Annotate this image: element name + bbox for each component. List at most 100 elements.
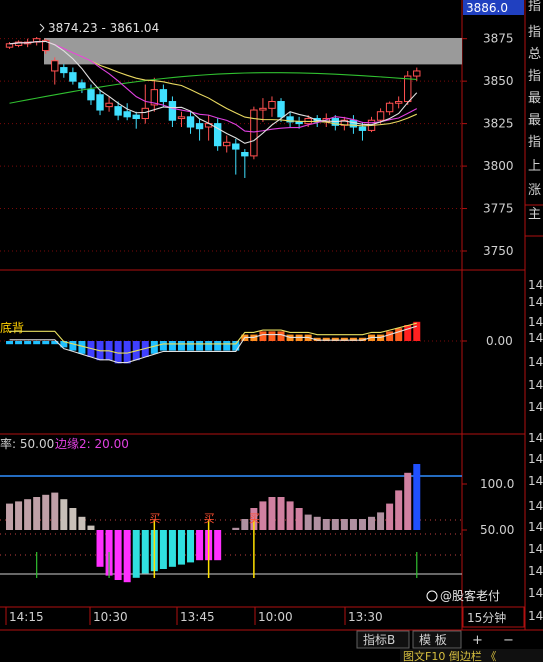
candle xyxy=(250,106,258,160)
indicator2-bar xyxy=(150,341,158,354)
right-edge-number: 14 xyxy=(528,520,543,534)
period-label: 15分钟 xyxy=(467,610,506,625)
indicator3-param2: 边缘2: 20.00 xyxy=(55,437,129,451)
indicator2-bar xyxy=(33,341,41,345)
indicator3-bar xyxy=(114,530,122,580)
indicator3-bar xyxy=(331,519,339,530)
right-panel-char: 指 xyxy=(528,25,541,40)
indicator2-bar xyxy=(404,325,412,341)
yaxis-tick-label: 3800 xyxy=(483,159,514,173)
indicator3-bar xyxy=(159,530,167,569)
buy-mark: 买 xyxy=(149,512,160,525)
right-panel-char: 主 xyxy=(528,207,541,222)
right-edge-number: 14 xyxy=(528,452,543,466)
xaxis-label: 13:45 xyxy=(180,610,215,624)
indicator2-bar xyxy=(6,341,14,345)
indicator3-bar xyxy=(33,497,41,530)
indicator2-bar xyxy=(159,341,167,351)
indicator3-bar xyxy=(177,530,185,565)
indicator3-label-50: 50.00 xyxy=(480,523,514,537)
right-edge-number: 14 xyxy=(528,431,543,445)
indicator2-bar xyxy=(277,331,285,341)
indicator3-bar xyxy=(214,530,222,561)
indicator2-bar xyxy=(232,341,240,351)
indicator3-bar xyxy=(15,501,23,530)
yaxis-tick-label: 3750 xyxy=(483,244,514,258)
right-edge-number: 14 xyxy=(528,278,543,292)
indicator3-bar xyxy=(24,499,32,530)
right-panel-char: 指 xyxy=(528,0,541,14)
indicator2-bar xyxy=(78,341,86,354)
indicator2-bar xyxy=(214,341,222,351)
indicator2-bar xyxy=(259,331,267,341)
buy-mark: 买 xyxy=(204,512,215,525)
indicator3-bar xyxy=(187,530,195,563)
right-edge-number: 14 xyxy=(528,564,543,578)
right-edge-number: 14 xyxy=(528,542,543,556)
indicator2-bar xyxy=(196,341,204,351)
right-panel-char: 总 xyxy=(528,47,541,62)
indicator3-bar xyxy=(168,530,176,567)
indicator3-bar xyxy=(6,503,14,530)
indicator3-bar xyxy=(241,519,249,530)
yaxis-tick-label: 3775 xyxy=(483,202,514,216)
indicator3-bar xyxy=(358,519,366,530)
indicator3-bar xyxy=(286,501,294,530)
indicator2-bar xyxy=(413,321,421,341)
zoom-out-button: − xyxy=(503,633,514,648)
candle xyxy=(213,118,222,151)
indicator2-bar xyxy=(223,341,231,351)
indicator2-bar xyxy=(177,341,185,351)
right-edge-number: 14 xyxy=(528,315,543,329)
indicator3-bar xyxy=(141,530,149,574)
right-panel-char: 指 xyxy=(528,69,541,84)
indicator3-bar xyxy=(322,519,330,530)
indicator3-bar xyxy=(313,516,321,530)
indicator3-label-100: 100.0 xyxy=(480,477,514,491)
indicator2-bar xyxy=(168,341,176,351)
yaxis-tick-label: 3875 xyxy=(483,32,514,46)
indicator2-label: 底背 xyxy=(0,320,24,335)
indicator3-bar xyxy=(386,503,394,530)
price-range-label: 3874.23 - 3861.04 xyxy=(48,21,159,35)
buy-mark: 买 xyxy=(249,512,260,525)
right-edge-number: 14 xyxy=(528,400,543,414)
indicator3-bar xyxy=(87,525,95,530)
indicator2-bar xyxy=(268,331,276,341)
indicator3-bar xyxy=(304,514,312,530)
right-edge-number: 14 xyxy=(528,331,543,345)
current-price: 3886.0 xyxy=(466,1,508,15)
right-panel-char: 上 xyxy=(528,159,541,174)
right-edge-number: 14 xyxy=(528,586,543,600)
indicator3-bar xyxy=(96,530,104,567)
indicator3-bar xyxy=(295,508,303,530)
indicator2-bar xyxy=(69,341,77,351)
tab-template-label: 模 板 xyxy=(419,633,447,647)
indicator3-bar xyxy=(377,512,385,530)
right-edge-number: 14 xyxy=(528,378,543,392)
right-edge-number: 14 xyxy=(528,499,543,513)
indicator3-bar xyxy=(268,497,276,530)
indicator3-param1: 率: 50.00 xyxy=(0,436,54,451)
right-edge-number: 14 xyxy=(528,295,543,309)
indicator2-bar xyxy=(395,328,403,341)
indicator3-bar xyxy=(368,516,376,530)
indicator3-bar xyxy=(132,530,140,578)
indicator2-bar xyxy=(187,341,195,351)
watermark: @股客老付 xyxy=(440,588,500,603)
indicator2-bar xyxy=(24,341,32,345)
xaxis-label: 13:30 xyxy=(348,610,383,624)
indicator3-bar xyxy=(196,530,204,561)
indicator2-bar xyxy=(205,341,213,351)
indicator2-bar xyxy=(42,341,50,345)
right-edge-number: 14 xyxy=(528,355,543,369)
indicator3-bar xyxy=(340,519,348,530)
indicator3-bar xyxy=(42,494,50,530)
yaxis-tick-label: 3825 xyxy=(483,117,514,131)
indicator3-bar xyxy=(78,516,86,530)
indicator3-bar xyxy=(404,472,412,530)
indicator3-bar xyxy=(69,508,77,530)
indicator3-bar xyxy=(259,501,267,530)
indicator3-bar xyxy=(232,527,240,530)
indicator3-bar xyxy=(51,492,59,530)
